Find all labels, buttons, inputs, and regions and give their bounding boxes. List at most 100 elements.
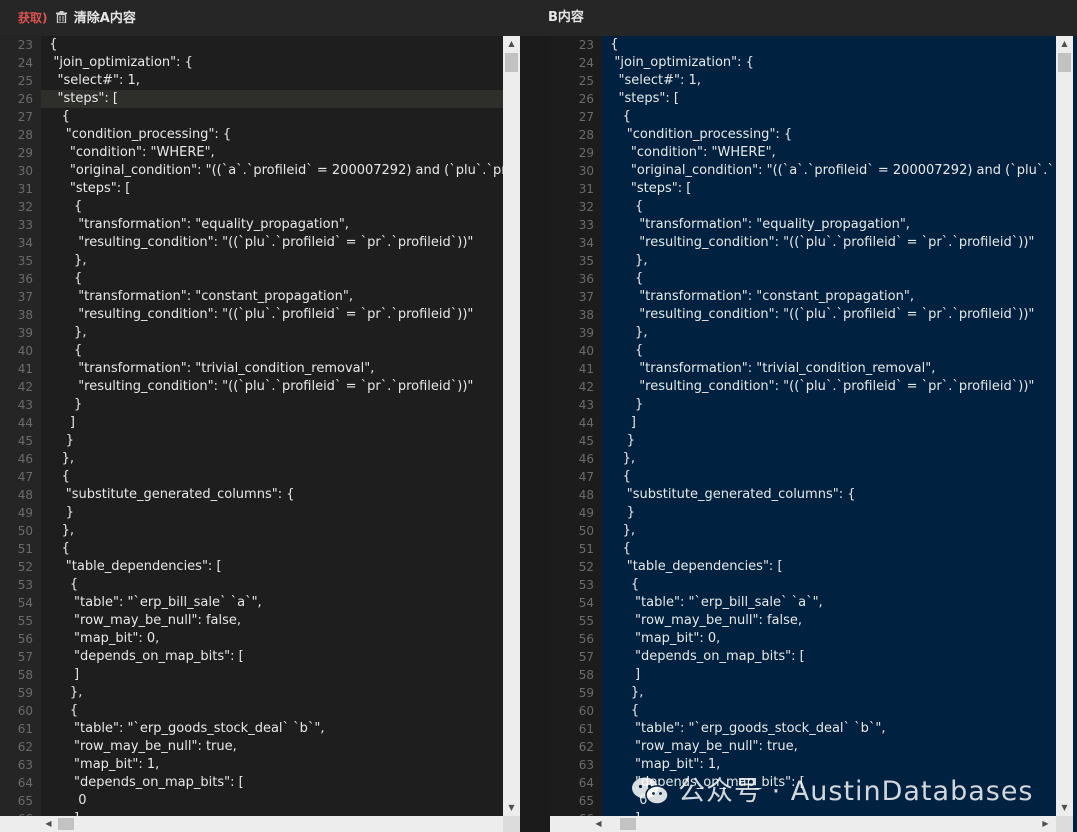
code-line[interactable]: "steps": [ [41, 180, 503, 198]
code-line[interactable]: { [41, 36, 503, 54]
code-line[interactable]: { [602, 108, 1054, 126]
code-line[interactable]: }, [602, 324, 1054, 342]
code-line[interactable]: "condition": "WHERE", [602, 144, 1054, 162]
code-line[interactable]: "substitute_generated_columns": { [41, 486, 503, 504]
code-line[interactable]: "table": "`erp_bill_sale` `a`", [602, 594, 1054, 612]
code-line[interactable]: "resulting_condition": "((`plu`.`profile… [41, 378, 503, 396]
code-line[interactable]: "join_optimization": { [41, 54, 503, 72]
code-line[interactable]: "resulting_condition": "((`plu`.`profile… [602, 234, 1054, 252]
scroll-down-arrow-icon[interactable]: ▼ [503, 800, 520, 816]
code-line[interactable]: } [602, 396, 1054, 414]
code-line[interactable]: { [41, 540, 503, 558]
code-line[interactable]: ] [41, 666, 503, 684]
code-line[interactable]: { [41, 702, 503, 720]
code-line[interactable]: { [41, 108, 503, 126]
code-line[interactable]: "condition_processing": { [41, 126, 503, 144]
editor-a[interactable]: 23 24 25 26 27 28 29 30 31 32 33 34 35 36 37 38 39 40 41 42… [0, 36, 520, 832]
code-line[interactable]: "condition": "WHERE", [41, 144, 503, 162]
scroll-up-arrow-icon[interactable]: ▲ [503, 36, 520, 52]
scroll-left-arrow-icon[interactable]: ◀ [590, 816, 607, 832]
code-line[interactable]: "row_may_be_null": true, [602, 738, 1054, 756]
code-line[interactable]: ] [602, 666, 1054, 684]
code-line[interactable]: "steps": [ [602, 90, 1054, 108]
code-line[interactable]: "condition_processing": { [602, 126, 1054, 144]
code-line[interactable]: 0 [41, 792, 503, 810]
code-line[interactable]: ] [602, 414, 1054, 432]
code-line[interactable]: "substitute_generated_columns": { [602, 486, 1054, 504]
code-area[interactable]: { "join_optimization": { "select#": 1, "… [602, 36, 1054, 832]
code-line[interactable]: { [41, 270, 503, 288]
code-line[interactable]: }, [41, 252, 503, 270]
horizontal-scrollbar[interactable]: ◀ ▶ [0, 816, 520, 832]
code-line[interactable]: "transformation": "equality_propagation"… [41, 216, 503, 234]
code-line[interactable]: "table": "`erp_goods_stock_deal` `b`", [41, 720, 503, 738]
scroll-thumb[interactable] [58, 818, 74, 830]
code-line[interactable]: }, [602, 522, 1054, 540]
code-line[interactable]: "map_bit": 0, [602, 630, 1054, 648]
code-line[interactable]: }, [602, 450, 1054, 468]
get-button[interactable]: 获取) [18, 11, 48, 25]
code-line[interactable]: "select#": 1, [41, 72, 503, 90]
code-line[interactable]: { [602, 36, 1054, 54]
code-line[interactable]: "select#": 1, [602, 72, 1054, 90]
scroll-left-arrow-icon[interactable]: ◀ [40, 816, 57, 832]
code-line[interactable]: }, [41, 450, 503, 468]
code-line[interactable]: "transformation": "constant_propagation"… [41, 288, 503, 306]
code-line[interactable]: "row_may_be_null": false, [602, 612, 1054, 630]
vertical-scrollbar[interactable]: ▲ ▼ [503, 36, 520, 816]
code-line[interactable]: { [602, 342, 1054, 360]
code-line[interactable]: "depends_on_map_bits": [ [41, 648, 503, 666]
code-line[interactable]: { [602, 468, 1054, 486]
clear-a-button[interactable]: 清除A内容 [74, 11, 136, 26]
scroll-thumb[interactable] [620, 818, 636, 830]
code-line[interactable]: "map_bit": 0, [41, 630, 503, 648]
code-line[interactable]: "table_dependencies": [ [602, 558, 1054, 576]
code-line[interactable]: "original_condition": "((`a`.`profileid`… [602, 162, 1054, 180]
code-line[interactable]: "resulting_condition": "((`plu`.`profile… [41, 234, 503, 252]
code-line[interactable]: "transformation": "trivial_condition_rem… [602, 360, 1054, 378]
code-line[interactable]: } [41, 396, 503, 414]
code-line[interactable]: "depends_on_map_bits": [ [602, 648, 1054, 666]
code-line[interactable]: "row_may_be_null": true, [41, 738, 503, 756]
horizontal-scrollbar[interactable]: ◀ ▶ [550, 816, 1056, 832]
trash-icon[interactable] [55, 11, 67, 23]
code-line[interactable]: "table_dependencies": [ [41, 558, 503, 576]
code-line[interactable]: "row_may_be_null": false, [41, 612, 503, 630]
code-line[interactable]: "table": "`erp_bill_sale` `a`", [41, 594, 503, 612]
vertical-scrollbar[interactable]: ▲ ▼ [1056, 36, 1073, 816]
code-line[interactable]: "resulting_condition": "((`plu`.`profile… [602, 378, 1054, 396]
code-line[interactable]: { [41, 468, 503, 486]
code-line[interactable]: "resulting_condition": "((`plu`.`profile… [602, 306, 1054, 324]
code-line[interactable]: { [602, 198, 1054, 216]
code-line[interactable]: "depends_on_map_bits": [ [41, 774, 503, 792]
scroll-up-arrow-icon[interactable]: ▲ [1056, 36, 1073, 52]
code-line[interactable]: "steps": [ [41, 90, 503, 108]
code-line[interactable]: "steps": [ [602, 180, 1054, 198]
code-line[interactable]: ] [41, 414, 503, 432]
code-line[interactable]: { [602, 270, 1054, 288]
code-line[interactable]: { [41, 342, 503, 360]
code-line[interactable]: } [602, 504, 1054, 522]
code-line[interactable]: { [602, 702, 1054, 720]
scroll-right-arrow-icon[interactable]: ▶ [1037, 816, 1054, 832]
scroll-thumb[interactable] [505, 53, 518, 72]
code-line[interactable]: { [602, 576, 1054, 594]
code-line[interactable]: { [41, 198, 503, 216]
code-line[interactable]: "transformation": "trivial_condition_rem… [41, 360, 503, 378]
code-line[interactable]: }, [41, 684, 503, 702]
code-line[interactable]: } [602, 432, 1054, 450]
code-line[interactable]: "transformation": "constant_propagation"… [602, 288, 1054, 306]
code-line[interactable]: "original_condition": "((`a`.`profileid`… [41, 162, 503, 180]
code-line[interactable]: "join_optimization": { [602, 54, 1054, 72]
code-line[interactable]: } [41, 432, 503, 450]
scroll-down-arrow-icon[interactable]: ▼ [1056, 800, 1073, 816]
code-line[interactable]: "transformation": "equality_propagation"… [602, 216, 1054, 234]
scroll-thumb[interactable] [1058, 53, 1071, 72]
code-line[interactable]: "map_bit": 1, [41, 756, 503, 774]
code-line[interactable]: }, [41, 522, 503, 540]
code-line[interactable]: { [602, 540, 1054, 558]
editor-b[interactable]: 23 24 25 26 27 28 29 30 31 32 33 34 35 36 37 38 39 40 41 42… [550, 36, 1077, 832]
code-line[interactable]: "table": "`erp_goods_stock_deal` `b`", [602, 720, 1054, 738]
code-line[interactable]: }, [602, 252, 1054, 270]
code-area[interactable]: { "join_optimization": { "select#": 1, "… [41, 36, 503, 832]
